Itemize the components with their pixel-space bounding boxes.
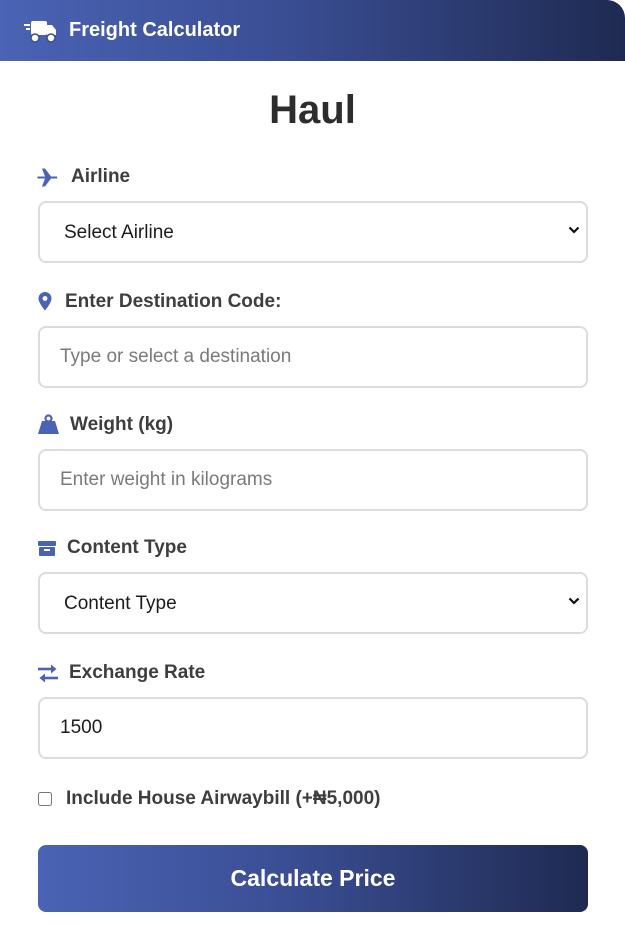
house-airwaybill-checkbox[interactable] <box>38 792 52 806</box>
plane-icon <box>37 168 58 187</box>
exchange-rate-label: Exchange Rate <box>37 662 205 684</box>
content-type-select-wrap: Content Type <box>38 572 588 634</box>
destination-label-text: Enter Destination Code: <box>65 291 282 312</box>
truck-fast-icon <box>24 20 56 43</box>
weight-icon <box>38 414 59 434</box>
destination-label: Enter Destination Code: <box>37 291 281 313</box>
content-type-select[interactable]: Content Type <box>38 572 588 634</box>
app-title: Freight Calculator <box>69 19 241 41</box>
app-header: Freight Calculator <box>0 0 625 61</box>
exchange-rate-input[interactable] <box>38 697 588 759</box>
airline-label-text: Airline <box>71 166 131 187</box>
house-airwaybill-row[interactable]: Include House Airwaybill (+₦5,000) <box>38 788 380 810</box>
weight-label: Weight (kg) <box>37 414 173 436</box>
airline-select[interactable]: Select Airline <box>38 201 588 263</box>
airline-label: Airline <box>37 166 130 188</box>
calculate-price-button[interactable]: Calculate Price <box>38 845 588 912</box>
exchange-rate-label-text: Exchange Rate <box>69 662 206 683</box>
map-pin-icon <box>38 292 52 311</box>
exchange-arrows-icon <box>38 664 58 683</box>
weight-label-text: Weight (kg) <box>70 414 174 435</box>
box-icon <box>38 541 56 556</box>
content-type-label: Content Type <box>37 537 187 559</box>
weight-input[interactable] <box>38 449 588 511</box>
page-title: Haul <box>269 88 356 132</box>
airline-select-wrap: Select Airline <box>38 201 588 263</box>
destination-input[interactable] <box>38 326 588 388</box>
house-airwaybill-label: Include House Airwaybill (+₦5,000) <box>66 788 381 809</box>
content-type-label-text: Content Type <box>67 537 187 558</box>
